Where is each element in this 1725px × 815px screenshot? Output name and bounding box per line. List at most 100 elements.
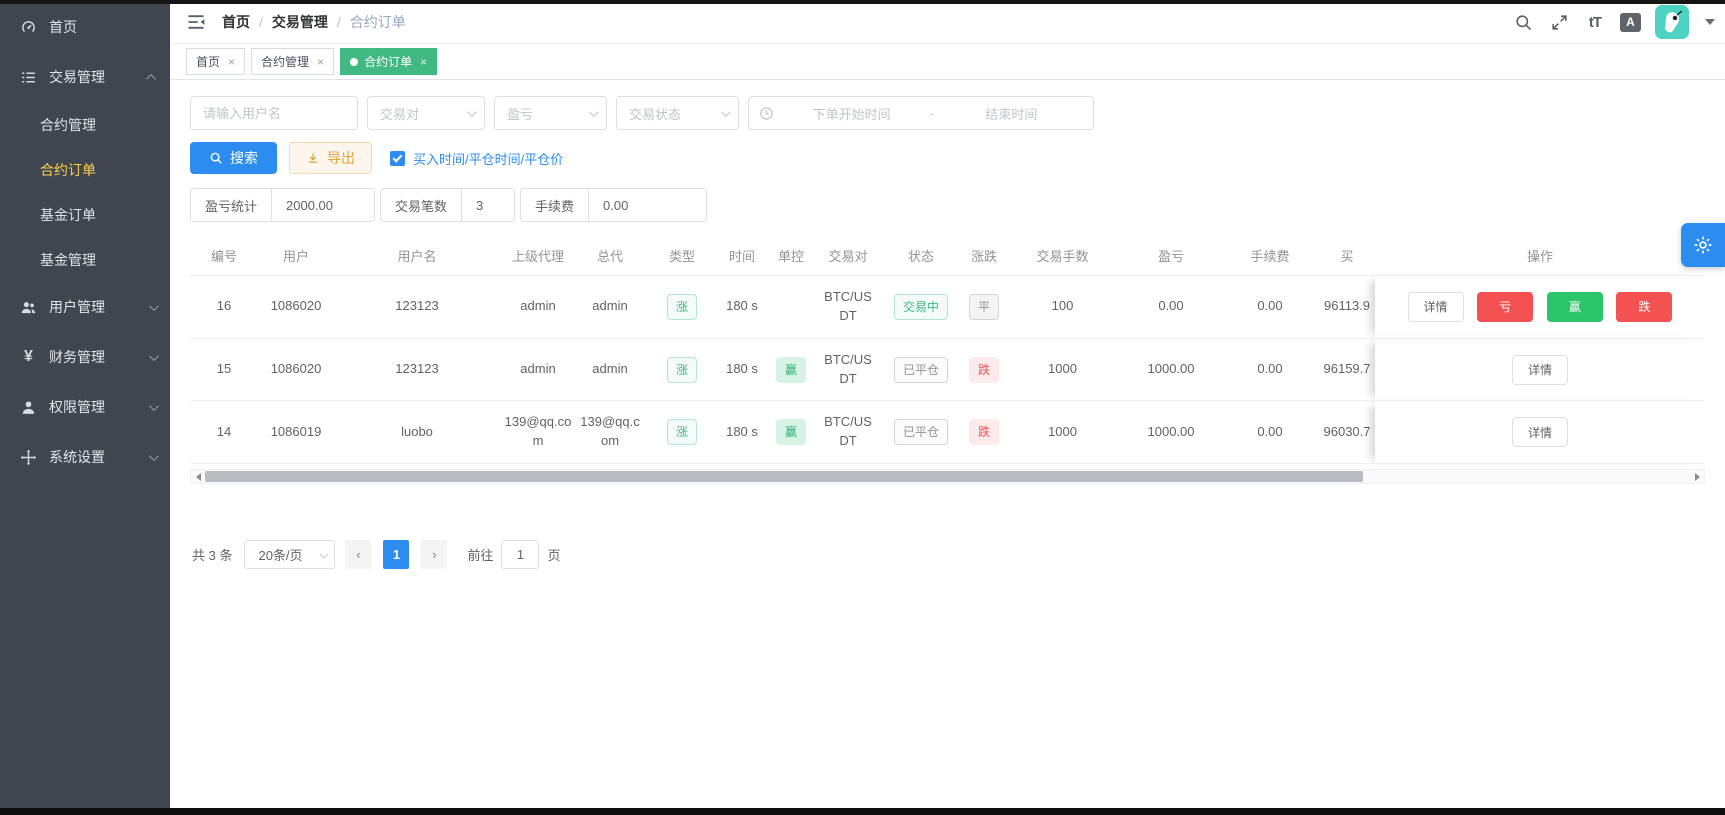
- col-user: 用户: [282, 249, 309, 264]
- detail-button[interactable]: 详情: [1407, 291, 1464, 322]
- close-icon[interactable]: ×: [317, 55, 324, 69]
- sidebar-item-fund-management[interactable]: 基金管理: [0, 237, 170, 282]
- horizontal-scrollbar[interactable]: [190, 469, 1705, 485]
- status-tag: 已平仓: [893, 419, 948, 446]
- pnl-select[interactable]: 盈亏: [494, 96, 607, 130]
- cell-pair: BTC/USDT: [818, 400, 878, 465]
- clock-icon: [759, 106, 774, 121]
- hamburger-icon[interactable]: [186, 12, 206, 32]
- col-username: 用户名: [397, 249, 437, 264]
- control-tag: 赢: [775, 356, 806, 383]
- search-button[interactable]: 搜索: [190, 142, 277, 174]
- fullscreen-icon[interactable]: [1548, 11, 1570, 33]
- breadcrumb-home[interactable]: 首页: [222, 12, 250, 32]
- person-icon: [20, 399, 37, 416]
- count-stat-value: 3: [476, 197, 484, 213]
- col-control: 单控: [777, 249, 804, 264]
- cell-profit: 0.00: [1121, 275, 1221, 339]
- font-size-icon[interactable]: tT: [1584, 11, 1606, 33]
- scrollbar-thumb[interactable]: [205, 471, 1364, 483]
- detail-button[interactable]: 详情: [1511, 417, 1568, 448]
- pnl-select-placeholder: 盈亏: [507, 106, 534, 122]
- main-area: 首页 / 交易管理 / 合约订单 tT A 首页 × 合约管理 × 合约订单 ×…: [170, 0, 1725, 808]
- loss-button[interactable]: 亏: [1477, 291, 1534, 322]
- cell-fee: 0.00: [1221, 337, 1319, 401]
- type-tag: 涨: [666, 356, 697, 383]
- table-row: 15 1086020 123123 admin admin 涨 180 s 赢 …: [190, 337, 1705, 401]
- cell-lots: 1000: [1004, 400, 1121, 465]
- export-button[interactable]: 导出: [289, 142, 372, 174]
- cell-user: 1086020: [258, 275, 334, 339]
- time-columns-checkbox-wrap[interactable]: 买入时间/平仓时间/平仓价: [390, 149, 563, 168]
- sidebar-item-label: 合约订单: [40, 161, 96, 178]
- language-icon[interactable]: A: [1620, 12, 1641, 32]
- col-general-agent: 总代: [596, 249, 623, 264]
- detail-button[interactable]: 详情: [1511, 354, 1568, 385]
- avatar[interactable]: [1655, 5, 1689, 39]
- table-row: 14 1086019 luobo 139@qq.com 139@qq.com 涨…: [190, 400, 1705, 465]
- date-range-picker[interactable]: 下单开始时间 - 结束时间: [748, 96, 1094, 130]
- checkbox-checked-icon[interactable]: [390, 150, 405, 166]
- pair-select-placeholder: 交易对: [380, 106, 420, 122]
- content: 交易对 盈亏 交易状态 下单开始时间 - 结束时间: [170, 80, 1725, 570]
- chevron-down-icon: [148, 450, 159, 461]
- cell-username: 123123: [334, 275, 500, 339]
- sidebar-item-user-management[interactable]: 用户管理: [0, 282, 170, 332]
- window-bottom-edge: [0, 808, 1725, 815]
- cell-username: 123123: [334, 337, 500, 401]
- sidebar-item-system-settings[interactable]: 系统设置: [0, 432, 170, 482]
- fall-button[interactable]: 跌: [1616, 291, 1673, 322]
- cell-agent: 139@qq.com: [500, 400, 576, 465]
- tab-home[interactable]: 首页 ×: [186, 48, 246, 75]
- end-time-placeholder: 结束时间: [985, 106, 1038, 122]
- breadcrumb-trade[interactable]: 交易管理: [272, 12, 328, 32]
- col-time: 时间: [728, 249, 755, 264]
- search-icon: [210, 152, 222, 164]
- close-icon[interactable]: ×: [228, 55, 235, 69]
- scrollbar-track[interactable]: [205, 470, 1690, 483]
- sidebar-item-finance-management[interactable]: ¥ 财务管理: [0, 332, 170, 382]
- sidebar: 首页 交易管理 合约管理 合约订单 基金订单 基金管理 用户管理 ¥ 财务管理 …: [0, 0, 170, 815]
- win-button[interactable]: 赢: [1546, 291, 1603, 322]
- col-fee: 手续费: [1250, 249, 1290, 264]
- next-page-button[interactable]: ›: [421, 540, 448, 570]
- breadcrumb: 首页 / 交易管理 / 合约订单: [222, 12, 406, 32]
- stats-row: 盈亏统计 2000.00 交易笔数 3 手续费 0.00: [190, 188, 1705, 222]
- yen-icon: ¥: [24, 348, 33, 365]
- sidebar-item-trade-management[interactable]: 交易管理: [0, 52, 170, 102]
- trade-status-select[interactable]: 交易状态: [616, 96, 739, 130]
- sidebar-item-label: 财务管理: [49, 349, 105, 365]
- username-input[interactable]: [190, 96, 358, 130]
- scroll-left-arrow-icon[interactable]: [191, 470, 205, 483]
- cell-fee: 0.00: [1221, 275, 1319, 339]
- scroll-right-arrow-icon[interactable]: [1690, 470, 1704, 483]
- navbar: 首页 / 交易管理 / 合约订单 tT A: [170, 0, 1725, 44]
- prev-page-button[interactable]: ‹: [345, 540, 372, 570]
- cell-general-agent: admin: [576, 275, 644, 339]
- tab-contract-management[interactable]: 合约管理 ×: [251, 48, 335, 75]
- goto-page-input[interactable]: [501, 540, 540, 570]
- chevron-down-icon: [588, 106, 599, 117]
- sidebar-item-contract-orders[interactable]: 合约订单: [0, 147, 170, 192]
- cell-general-agent: admin: [576, 337, 644, 401]
- close-icon[interactable]: ×: [420, 55, 427, 69]
- trade-list-icon: [20, 69, 37, 86]
- page-unit-label: 页: [547, 548, 561, 564]
- sidebar-item-fund-orders[interactable]: 基金订单: [0, 192, 170, 237]
- cell-buy-price: 96113.9: [1319, 275, 1375, 339]
- sidebar-item-contract-management[interactable]: 合约管理: [0, 102, 170, 147]
- tab-contract-orders[interactable]: 合约订单 ×: [340, 48, 438, 75]
- download-icon: [308, 153, 318, 163]
- type-tag: 涨: [666, 293, 697, 320]
- avatar-dropdown-caret-icon[interactable]: [1705, 19, 1715, 25]
- page-size-select[interactable]: 20条/页: [244, 540, 336, 570]
- tabs-bar: 首页 × 合约管理 × 合约订单 ×: [170, 44, 1725, 80]
- settings-panel-button[interactable]: [1681, 223, 1725, 267]
- search-icon[interactable]: [1512, 11, 1534, 33]
- current-page-button[interactable]: 1: [383, 540, 410, 570]
- sidebar-item-permission-management[interactable]: 权限管理: [0, 382, 170, 432]
- pair-select[interactable]: 交易对: [367, 96, 485, 130]
- chevron-down-icon: [319, 549, 329, 559]
- sidebar-item-home[interactable]: 首页: [0, 2, 170, 52]
- chevron-down-icon: [148, 350, 159, 361]
